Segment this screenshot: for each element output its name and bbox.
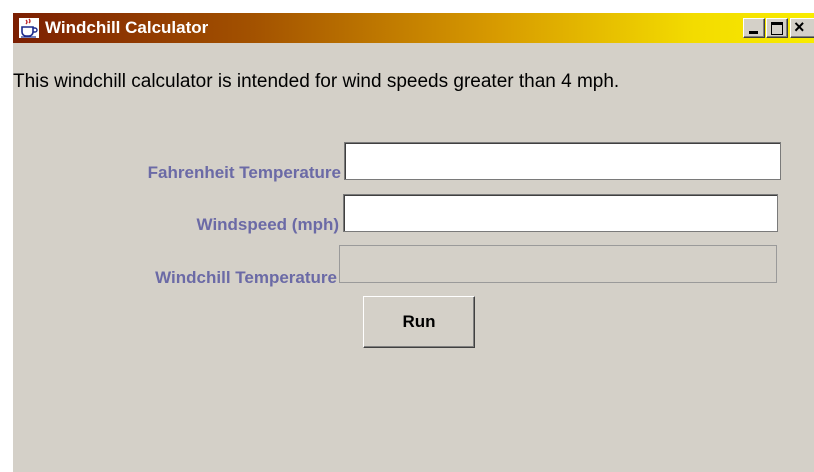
intro-text: This windchill calculator is intended fo… [13, 71, 620, 92]
windspeed-input[interactable] [343, 194, 778, 232]
maximize-button[interactable] [766, 18, 788, 38]
application-window: Windchill Calculator × This windchill ca… [12, 12, 814, 472]
close-icon: × [794, 17, 805, 37]
windspeed-label: Windspeed (mph) [196, 215, 339, 234]
window-title: Windchill Calculator [45, 18, 209, 37]
minimize-icon [749, 31, 758, 34]
java-coffee-cup-icon[interactable] [19, 18, 39, 38]
run-button[interactable]: Run [363, 296, 475, 348]
close-button[interactable]: × [790, 17, 814, 38]
windchill-label: Windchill Temperature [155, 268, 337, 287]
fahrenheit-label: Fahrenheit Temperature [147, 163, 341, 182]
windchill-output-field [339, 245, 777, 283]
title-bar[interactable]: Windchill Calculator × [13, 13, 814, 43]
maximize-icon [771, 22, 783, 35]
fahrenheit-input[interactable] [344, 142, 781, 180]
minimize-button[interactable] [743, 18, 765, 38]
